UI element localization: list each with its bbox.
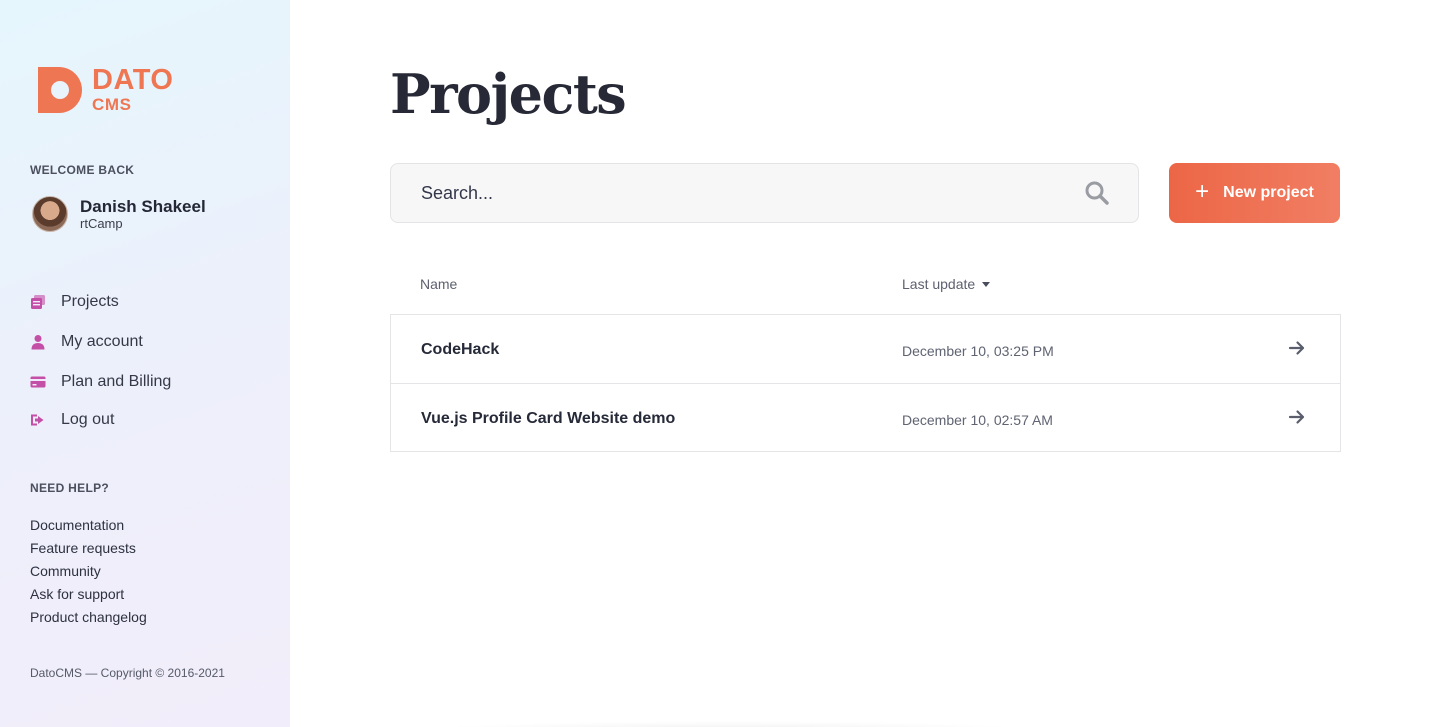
project-name: Vue.js Profile Card Website demo	[421, 410, 676, 427]
user-name: Danish Shakeel	[80, 197, 206, 216]
nav-item-my-account[interactable]: My account	[30, 322, 171, 362]
logo-text-line2: CMS	[92, 95, 132, 114]
help-link-ask-for-support[interactable]: Ask for support	[30, 583, 147, 606]
logout-icon	[30, 412, 46, 428]
nav-label-plan-billing: Plan and Billing	[61, 373, 172, 390]
datocms-logo[interactable]: DATO CMS	[38, 66, 173, 113]
logo-text: DATO CMS	[92, 64, 174, 114]
welcome-label: WELCOME BACK	[30, 163, 135, 177]
search-icon[interactable]	[1084, 180, 1110, 206]
table-row[interactable]: Vue.js Profile Card Website demo Decembe…	[391, 383, 1340, 451]
help-links: Documentation Feature requests Community…	[30, 514, 147, 629]
nav-item-plan-billing[interactable]: Plan and Billing	[30, 362, 171, 402]
search-box	[390, 163, 1139, 223]
nav-label-my-account: My account	[61, 333, 143, 350]
table-row[interactable]: CodeHack December 10, 03:25 PM	[391, 315, 1340, 383]
help-link-community[interactable]: Community	[30, 560, 147, 583]
sort-caret-icon	[982, 282, 991, 287]
nav-label-projects: Projects	[61, 293, 119, 310]
help-label: NEED HELP?	[30, 481, 110, 495]
avatar	[32, 196, 68, 232]
column-header-last-update[interactable]: Last update	[902, 276, 991, 292]
nav-item-log-out[interactable]: Log out	[30, 402, 171, 438]
projects-table: CodeHack December 10, 03:25 PM Vue.js Pr…	[390, 314, 1341, 452]
page-title: Projects	[390, 62, 627, 126]
project-last-update: December 10, 03:25 PM	[902, 343, 1054, 359]
column-header-last-update-label: Last update	[902, 276, 976, 292]
search-input[interactable]	[421, 182, 1084, 204]
user-icon	[30, 334, 46, 350]
app: DATO CMS WELCOME BACK Danish Shakeel rtC…	[0, 0, 1440, 727]
projects-icon	[30, 294, 46, 310]
main-content: Projects + New project Name Last update	[290, 0, 1440, 727]
new-project-label: New project	[1223, 184, 1314, 201]
table-header: Name Last update	[390, 272, 1341, 296]
column-header-name[interactable]: Name	[420, 276, 457, 292]
nav-item-projects[interactable]: Projects	[30, 282, 171, 322]
project-last-update: December 10, 02:57 AM	[902, 412, 1053, 428]
plus-icon: +	[1195, 178, 1210, 205]
logo-mark-icon	[38, 66, 82, 113]
help-link-documentation[interactable]: Documentation	[30, 514, 147, 537]
arrow-right-icon[interactable]	[1288, 408, 1306, 426]
arrow-right-icon[interactable]	[1288, 339, 1306, 357]
sidebar: DATO CMS WELCOME BACK Danish Shakeel rtC…	[0, 0, 290, 727]
user-info: Danish Shakeel rtCamp	[80, 197, 206, 231]
bottom-shadow	[420, 721, 1040, 727]
credit-card-icon	[30, 374, 46, 390]
user-profile: Danish Shakeel rtCamp	[32, 196, 206, 232]
help-link-feature-requests[interactable]: Feature requests	[30, 537, 147, 560]
logo-text-line1: DATO	[92, 64, 174, 96]
sidebar-nav: Projects My account Plan and Billing Log…	[30, 282, 171, 438]
help-link-product-changelog[interactable]: Product changelog	[30, 606, 147, 629]
copyright: DatoCMS — Copyright © 2016-2021	[30, 666, 225, 680]
project-name: CodeHack	[421, 341, 500, 358]
nav-label-log-out: Log out	[61, 411, 115, 428]
user-org: rtCamp	[80, 216, 123, 231]
new-project-button[interactable]: + New project	[1169, 163, 1340, 223]
